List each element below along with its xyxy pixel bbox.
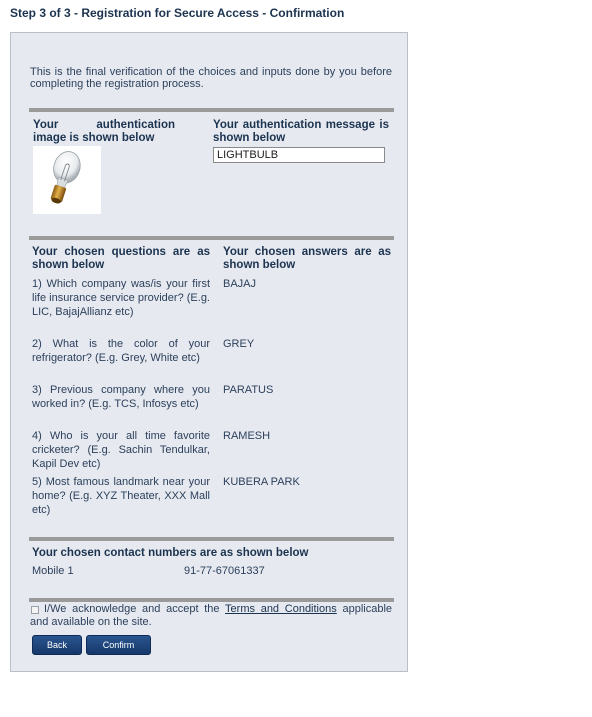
section-divider — [29, 537, 394, 541]
questions-header: Your chosen questions are as shown below — [32, 246, 210, 271]
answer-2: GREY — [223, 338, 255, 350]
section-divider — [29, 108, 394, 112]
contact-value: 91-77-67061337 — [184, 565, 265, 577]
confirm-button[interactable]: Confirm — [86, 635, 151, 655]
answer-3: PARATUS — [223, 384, 274, 396]
answer-5: KUBERA PARK — [223, 476, 300, 488]
question-4: 4) Who is your all time favorite cricket… — [32, 430, 210, 470]
answers-header: Your chosen answers are as shown below — [223, 246, 391, 271]
question-2: 2) What is the color of your refrigerato… — [32, 338, 210, 364]
acknowledge-prefix: I/We acknowledge and accept the — [44, 603, 220, 615]
confirmation-panel: This is the final verification of the ch… — [10, 32, 408, 672]
terms-link[interactable]: Terms and Conditions — [225, 603, 337, 615]
question-1: 1) Which company was/is your first life … — [32, 278, 210, 318]
answer-4: RAMESH — [223, 430, 271, 442]
question-3: 3) Previous company where you worked in?… — [32, 384, 210, 410]
auth-message-label: Your authentication message is shown bel… — [213, 119, 389, 144]
auth-image — [33, 146, 101, 214]
auth-message-field: LIGHTBULB — [213, 147, 385, 163]
contact-label: Mobile 1 — [32, 565, 74, 577]
acknowledge-text: I/We acknowledge and accept the Terms an… — [30, 603, 392, 629]
intro-text: This is the final verification of the ch… — [30, 66, 392, 90]
question-5: 5) Most famous landmark near your home? … — [32, 476, 210, 516]
back-button[interactable]: Back — [32, 635, 82, 655]
page-title: Step 3 of 3 - Registration for Secure Ac… — [10, 6, 345, 20]
auth-image-label: Your authentication image is shown below — [33, 119, 175, 144]
answer-1: BAJAJ — [223, 278, 257, 290]
contacts-header: Your chosen contact numbers are as shown… — [32, 547, 309, 559]
section-divider — [29, 598, 394, 602]
lightbulb-image — [50, 151, 81, 204]
section-divider — [29, 236, 394, 240]
